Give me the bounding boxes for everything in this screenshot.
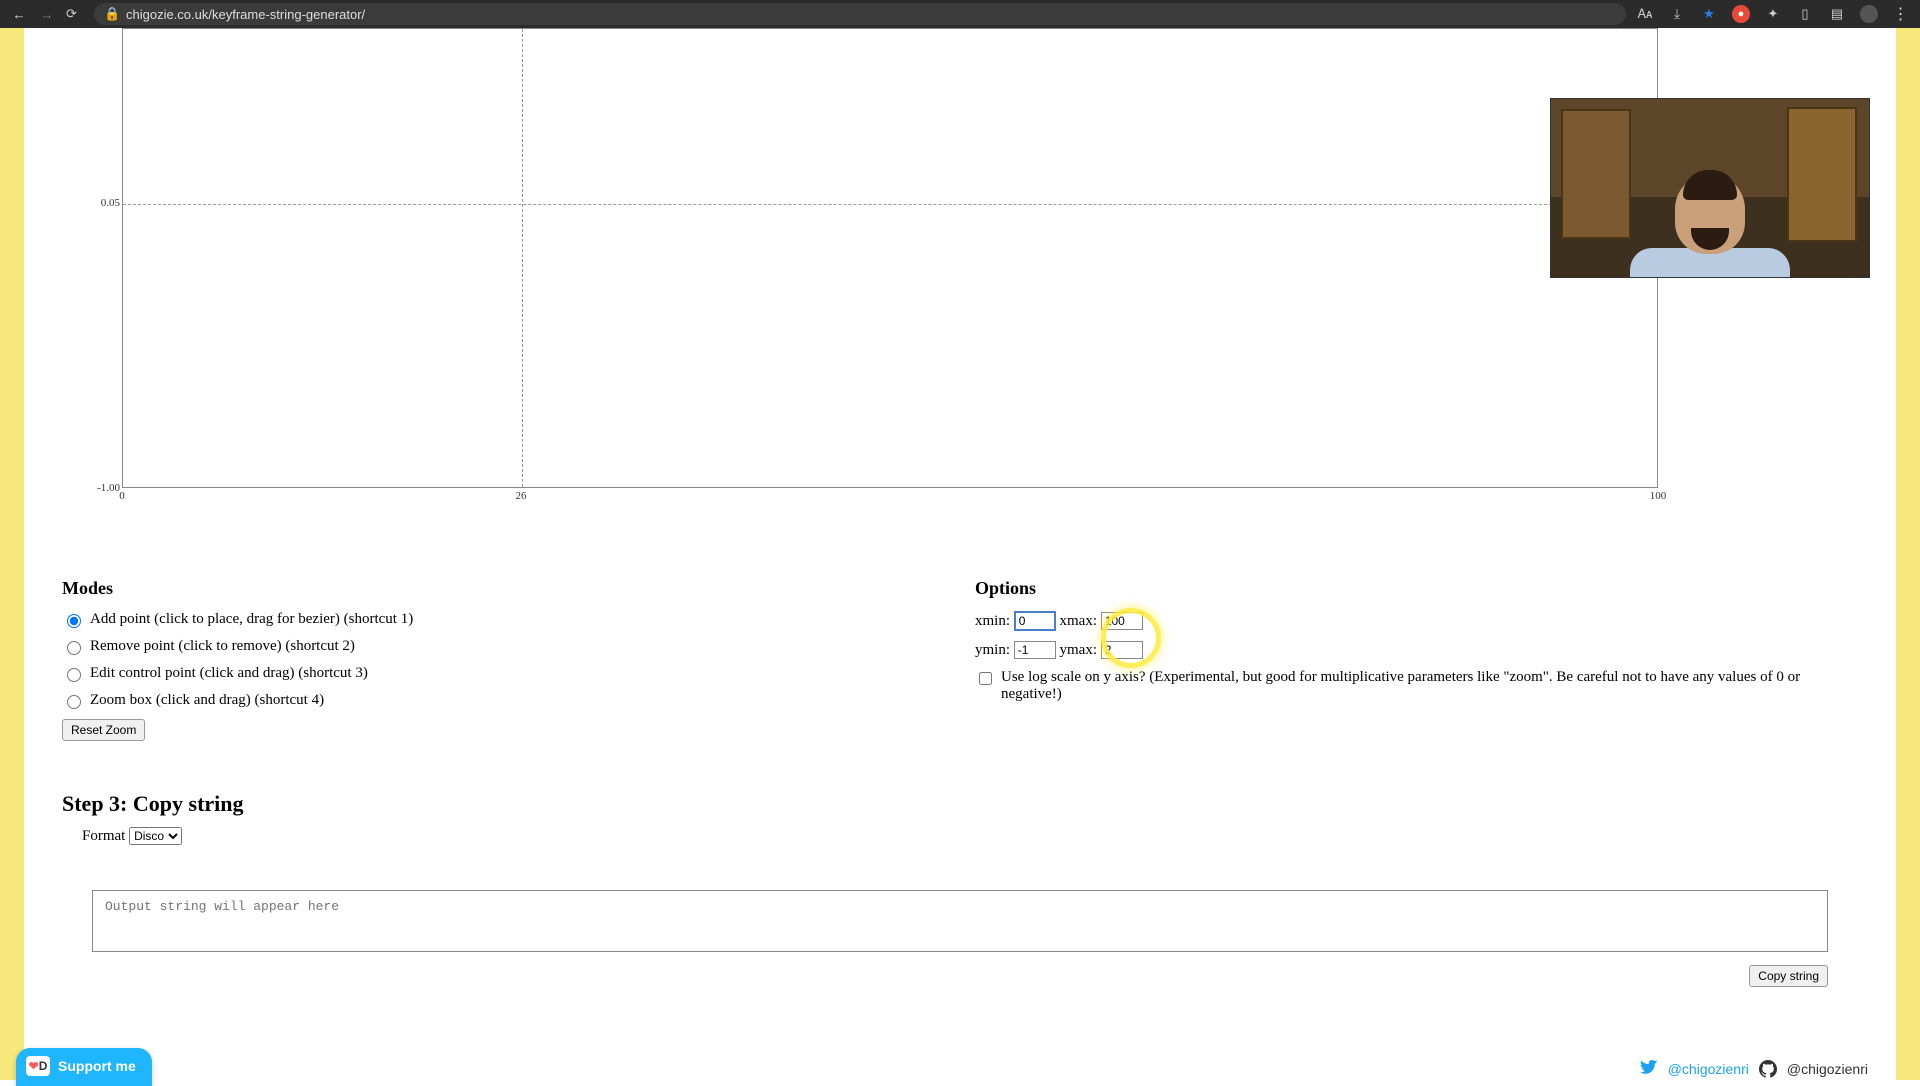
options-heading: Options (975, 578, 1858, 599)
ymax-label: ymax: (1060, 642, 1098, 658)
mode-label: Remove point (click to remove) (shortcut… (90, 638, 355, 655)
mode-radio-edit[interactable] (67, 668, 81, 682)
format-select[interactable]: Disco (129, 827, 182, 845)
side-panel-icon[interactable]: ▯ (1796, 5, 1814, 23)
mode-radio-zoom[interactable] (67, 695, 81, 709)
step3-heading: Step 3: Copy string (62, 791, 1858, 817)
output-textarea[interactable] (92, 890, 1828, 952)
modes-heading: Modes (62, 578, 945, 599)
lock-icon: 🔒 (104, 6, 118, 22)
address-bar[interactable]: 🔒 chigozie.co.uk/keyframe-string-generat… (94, 3, 1626, 25)
mode-label: Add point (click to place, drag for bezi… (90, 611, 413, 628)
profile-avatar[interactable] (1860, 5, 1878, 23)
extensions-icon[interactable]: ✦ (1764, 5, 1782, 23)
mode-label: Zoom box (click and drag) (shortcut 4) (90, 692, 324, 709)
url-text: chigozie.co.uk/keyframe-string-generator… (126, 7, 365, 22)
reload-button[interactable]: ⟳ (66, 6, 84, 22)
copy-string-button[interactable]: Copy string (1749, 965, 1828, 987)
modes-panel: Modes Add point (click to place, drag fo… (62, 578, 945, 741)
twitter-icon (1640, 1060, 1658, 1078)
grid-line-horizontal (123, 204, 1657, 205)
browser-toolbar: ← → ⟳ 🔒 chigozie.co.uk/keyframe-string-g… (0, 0, 1920, 28)
bookmark-star-icon[interactable]: ★ (1700, 5, 1718, 23)
install-icon[interactable]: ⤓ (1668, 5, 1686, 23)
webcam-overlay (1550, 98, 1870, 278)
logscale-label: Use log scale on y axis? (Experimental, … (1001, 669, 1821, 703)
mode-radio-add[interactable] (67, 614, 81, 628)
kofi-icon: ❤D (26, 1056, 50, 1076)
xmin-label: xmin: (975, 613, 1010, 629)
extension-red-icon[interactable]: ● (1732, 5, 1750, 23)
logscale-checkbox[interactable] (979, 672, 992, 685)
reset-zoom-button[interactable]: Reset Zoom (62, 719, 145, 741)
y-tick-label: -1.00 (97, 482, 120, 494)
support-me-button[interactable]: ❤D Support me (16, 1048, 152, 1086)
page: 0.05 -1.00 0 26 100 Modes Add point (cli… (0, 28, 1920, 1080)
menu-icon[interactable]: ⋮ (1892, 5, 1910, 23)
format-label: Format (82, 828, 125, 844)
twitter-link[interactable]: @chigozienri (1668, 1061, 1749, 1077)
xmax-input[interactable] (1101, 612, 1143, 630)
x-tick-label: 26 (516, 490, 527, 502)
y-tick-label: 0.05 (101, 197, 120, 209)
toolbar-right: 🗛 ⤓ ★ ● ✦ ▯ ▤ ⋮ (1636, 5, 1910, 23)
forward-button[interactable]: → (38, 7, 56, 22)
ymin-label: ymin: (975, 642, 1010, 658)
github-link[interactable]: @chigozienri (1787, 1061, 1868, 1077)
github-icon (1759, 1060, 1777, 1078)
chart-area[interactable]: 0.05 -1.00 0 26 100 (62, 28, 1662, 508)
x-tick-label: 0 (119, 490, 125, 502)
mode-radio-remove[interactable] (67, 641, 81, 655)
ymin-input[interactable] (1014, 641, 1056, 659)
xmin-input[interactable] (1014, 611, 1056, 631)
support-label: Support me (58, 1058, 136, 1074)
x-tick-label: 100 (1650, 490, 1667, 502)
social-links: @chigozienri @chigozienri (1640, 1060, 1868, 1078)
translate-icon[interactable]: 🗛 (1636, 5, 1654, 23)
mode-label: Edit control point (click and drag) (sho… (90, 665, 368, 682)
back-button[interactable]: ← (10, 7, 28, 22)
options-panel: Options xmin: xmax: ymin: ymax: (975, 578, 1858, 741)
ymax-input[interactable] (1101, 641, 1143, 659)
grid-line-vertical (522, 29, 523, 487)
chart-plot[interactable] (122, 28, 1658, 488)
panel-icon[interactable]: ▤ (1828, 5, 1846, 23)
xmax-label: xmax: (1060, 613, 1098, 629)
